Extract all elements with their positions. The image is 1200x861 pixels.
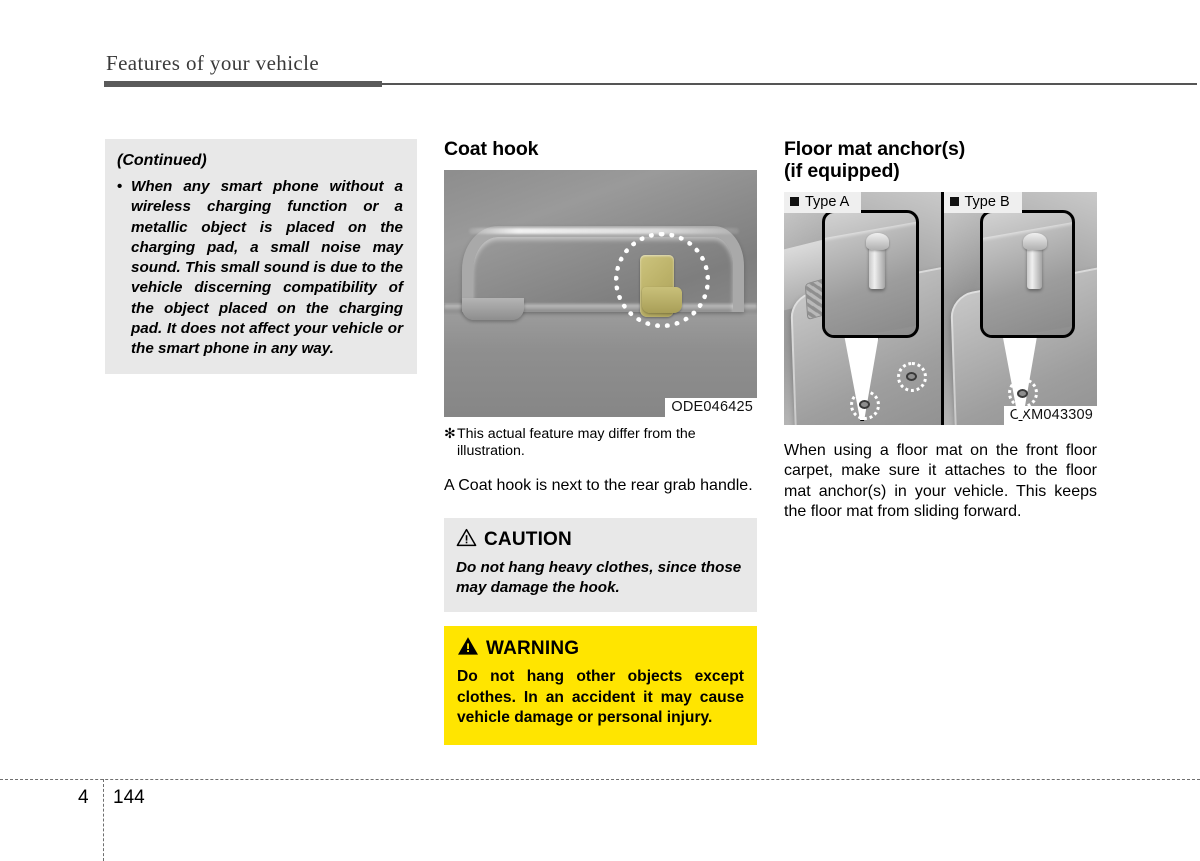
floor-mat-panel-type-a: Type A: [784, 191, 941, 425]
anchor-head: [865, 232, 890, 250]
square-bullet-icon: [949, 197, 959, 207]
note-bullet-text: When any smart phone without a wireless …: [131, 178, 403, 358]
caution-header: CAUTION: [456, 528, 745, 552]
type-a-label: Type A: [784, 191, 862, 213]
warning-triangle-filled-icon: [457, 636, 479, 661]
square-bullet-icon: [790, 197, 799, 207]
floor-mat-figure: Type A Type B OXM043309: [784, 191, 1097, 425]
type-a-label-text: Type A: [805, 193, 850, 210]
caution-body: Do not hang heavy clothes, since those m…: [456, 559, 742, 597]
type-b-label: Type B: [943, 191, 1022, 213]
warning-box: WARNING Do not hang other objects except…: [444, 626, 757, 745]
grab-handle-highlight: [469, 227, 739, 234]
type-b-label-text: Type B: [964, 193, 1010, 210]
header-rule: [104, 79, 1197, 89]
bullet-icon: •: [117, 178, 123, 195]
warning-triangle-outline-icon: [456, 528, 477, 552]
figure-code-label: ODE046425: [665, 397, 757, 417]
page-title: Features of your vehicle: [106, 51, 320, 75]
page-header: Features of your vehicle: [104, 51, 1197, 89]
asterisk-icon: ✻: [444, 425, 456, 442]
warning-title: WARNING: [486, 637, 580, 659]
crop-mark-vertical: [103, 779, 104, 861]
right-column: Floor mat anchor(s) (if equipped) Type A: [784, 138, 1097, 523]
caution-title: CAUTION: [484, 529, 572, 551]
illustration-footnote: ✻ This actual feature may differ from th…: [444, 426, 757, 460]
continued-note-box: (Continued) • When any smart phone witho…: [105, 139, 417, 374]
floor-mat-heading: Floor mat anchor(s) (if equipped): [784, 138, 1097, 183]
continued-label: (Continued): [117, 152, 207, 169]
left-column: (Continued) • When any smart phone witho…: [105, 139, 417, 374]
header-rule-thick: [104, 81, 382, 88]
footer-page-number: 144: [113, 787, 145, 808]
anchor-point-1: [1017, 388, 1029, 398]
warning-body: Do not hang other objects except clothes…: [457, 668, 744, 727]
anchor-head: [1023, 232, 1047, 250]
caution-box: CAUTION Do not hang heavy clothes, since…: [444, 518, 757, 613]
footnote-text: This actual feature may differ from the …: [457, 425, 696, 459]
anchor-zoom-callout: [821, 210, 919, 339]
footer-chapter-number: 4: [78, 787, 89, 808]
highlight-circle-icon: [614, 231, 710, 328]
warning-header: WARNING: [457, 636, 744, 661]
floor-mat-panel-type-b: Type B OXM043309: [940, 191, 1097, 425]
anchor-zoom-callout: [980, 210, 1076, 339]
floor-mat-heading-line1: Floor mat anchor(s): [784, 138, 966, 160]
floor-mat-heading-line2: (if equipped): [784, 159, 900, 182]
crop-mark-horizontal: [0, 779, 1200, 780]
floor-mat-paragraph: When using a floor mat on the front floo…: [784, 441, 1097, 521]
note-bullet-item: • When any smart phone without a wireles…: [117, 177, 403, 360]
coat-hook-heading: Coat hook: [444, 138, 539, 160]
header-rule-thin: [382, 83, 1197, 86]
middle-column: Coat hook ODE046425 ✻ This actual featur…: [444, 138, 757, 745]
coat-hook-figure: ODE046425: [444, 169, 757, 417]
grab-handle-end-cap: [462, 297, 524, 320]
coat-hook-paragraph: A Coat hook is next to the rear grab han…: [444, 476, 753, 494]
